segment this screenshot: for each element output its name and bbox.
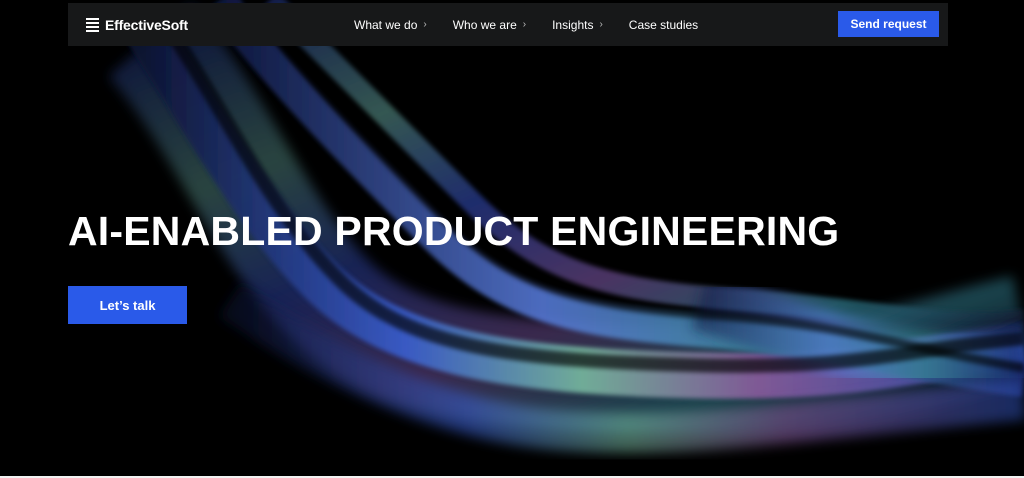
- stacked-lines-icon: [86, 17, 99, 32]
- send-request-button[interactable]: Send request: [838, 11, 939, 37]
- hero-headline: AI-ENABLED PRODUCT ENGINEERING: [68, 208, 840, 254]
- nav-item-label: Case studies: [628, 17, 699, 32]
- top-navbar: EffectiveSoft What we do › Who we are › …: [68, 3, 948, 46]
- nav-item-label: Insights: [552, 17, 594, 32]
- main-nav-menu: What we do › Who we are › Insights › Cas…: [354, 3, 724, 46]
- nav-item-insights[interactable]: Insights ›: [552, 18, 603, 32]
- nav-item-label: What we do: [354, 17, 418, 32]
- nav-item-what-we-do[interactable]: What we do ›: [354, 18, 427, 32]
- chevron-right-icon: ›: [522, 18, 527, 30]
- brand-name: EffectiveSoft: [105, 16, 188, 33]
- nav-item-case-studies[interactable]: Case studies: [629, 18, 698, 32]
- nav-item-who-we-are[interactable]: Who we are ›: [453, 18, 526, 32]
- brand-logo[interactable]: EffectiveSoft: [86, 3, 188, 46]
- chevron-right-icon: ›: [599, 18, 603, 30]
- lets-talk-button[interactable]: Let’s talk: [68, 286, 187, 324]
- nav-item-label: Who we are: [452, 17, 517, 32]
- chevron-right-icon: ›: [423, 18, 427, 30]
